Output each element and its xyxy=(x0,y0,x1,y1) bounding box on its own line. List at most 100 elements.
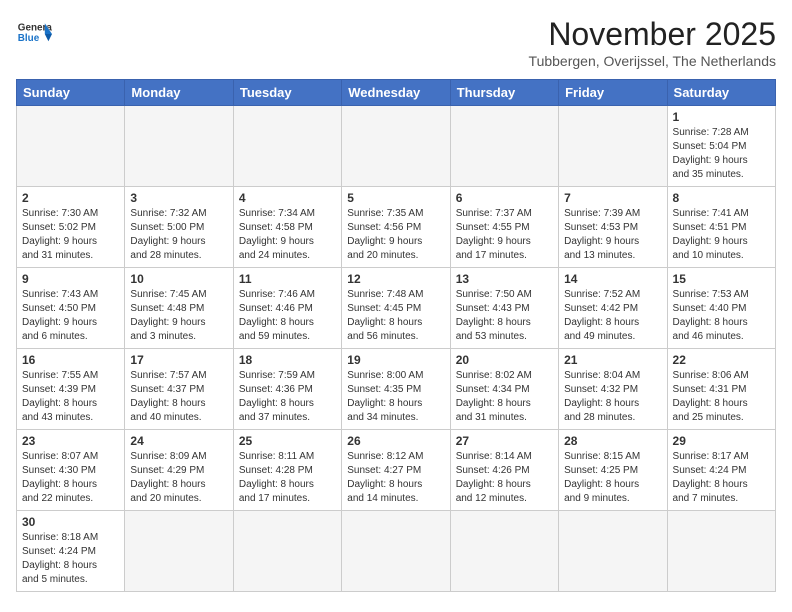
day-number: 15 xyxy=(673,272,770,286)
day-number: 2 xyxy=(22,191,119,205)
day-number: 24 xyxy=(130,434,227,448)
day-info: Sunrise: 8:06 AM Sunset: 4:31 PM Dayligh… xyxy=(673,369,770,425)
day-info: Sunrise: 8:14 AM Sunset: 4:26 PM Dayligh… xyxy=(456,450,553,506)
day-number: 28 xyxy=(564,434,661,448)
day-info: Sunrise: 7:37 AM Sunset: 4:55 PM Dayligh… xyxy=(456,207,553,263)
weekday-header: Tuesday xyxy=(233,80,341,106)
calendar-day-cell: 4 Sunrise: 7:34 AM Sunset: 4:58 PM Daylig… xyxy=(233,187,341,268)
day-info: Sunrise: 8:18 AM Sunset: 4:24 PM Dayligh… xyxy=(22,531,119,587)
calendar-day-cell: 19Sunrise: 8:00 AM Sunset: 4:35 PM Dayli… xyxy=(342,349,450,430)
day-info: Sunrise: 7:45 AM Sunset: 4:48 PM Dayligh… xyxy=(130,288,227,344)
calendar-day-cell: 13 Sunrise: 7:50 AM Sunset: 4:43 PM Dayli… xyxy=(450,268,558,349)
calendar-week-row: 9Sunrise: 7:43 AM Sunset: 4:50 PM Daylig… xyxy=(17,268,776,349)
logo: General Blue xyxy=(16,16,52,52)
day-number: 19 xyxy=(347,353,444,367)
day-info: Sunrise: 7:59 AM Sunset: 4:36 PM Dayligh… xyxy=(239,369,336,425)
calendar-day-cell: 16Sunrise: 7:55 AM Sunset: 4:39 PM Dayli… xyxy=(17,349,125,430)
calendar-week-row: 23 Sunrise: 8:07 AM Sunset: 4:30 PM Dayli… xyxy=(17,430,776,511)
day-info: Sunrise: 7:30 AM Sunset: 5:02 PM Dayligh… xyxy=(22,207,119,263)
day-info: Sunrise: 7:32 AM Sunset: 5:00 PM Dayligh… xyxy=(130,207,227,263)
calendar-day-cell: 5 Sunrise: 7:35 AM Sunset: 4:56 PM Daylig… xyxy=(342,187,450,268)
calendar-table: SundayMondayTuesdayWednesdayThursdayFrid… xyxy=(16,79,776,592)
day-info: Sunrise: 7:50 AM Sunset: 4:43 PM Dayligh… xyxy=(456,288,553,344)
page-header: General Blue November 2025 Tubbergen, Ov… xyxy=(16,16,776,69)
day-number: 4 xyxy=(239,191,336,205)
calendar-day-cell: 25Sunrise: 8:11 AM Sunset: 4:28 PM Dayli… xyxy=(233,430,341,511)
calendar-day-cell: 7 Sunrise: 7:39 AM Sunset: 4:53 PM Daylig… xyxy=(559,187,667,268)
title-block: November 2025 Tubbergen, Overijssel, The… xyxy=(529,16,776,69)
calendar-day-cell: 26 Sunrise: 8:12 AM Sunset: 4:27 PM Dayli… xyxy=(342,430,450,511)
weekday-header: Thursday xyxy=(450,80,558,106)
calendar-day-cell xyxy=(667,511,775,592)
calendar-day-cell xyxy=(450,106,558,187)
calendar-day-cell: 21Sunrise: 8:04 AM Sunset: 4:32 PM Dayli… xyxy=(559,349,667,430)
day-number: 12 xyxy=(347,272,444,286)
weekday-header: Monday xyxy=(125,80,233,106)
calendar-day-cell: 9Sunrise: 7:43 AM Sunset: 4:50 PM Daylig… xyxy=(17,268,125,349)
day-info: Sunrise: 8:09 AM Sunset: 4:29 PM Dayligh… xyxy=(130,450,227,506)
calendar-week-row: 16Sunrise: 7:55 AM Sunset: 4:39 PM Dayli… xyxy=(17,349,776,430)
day-number: 22 xyxy=(673,353,770,367)
day-number: 20 xyxy=(456,353,553,367)
day-info: Sunrise: 8:17 AM Sunset: 4:24 PM Dayligh… xyxy=(673,450,770,506)
day-number: 5 xyxy=(347,191,444,205)
day-info: Sunrise: 8:02 AM Sunset: 4:34 PM Dayligh… xyxy=(456,369,553,425)
calendar-day-cell: 17 Sunrise: 7:57 AM Sunset: 4:37 PM Dayli… xyxy=(125,349,233,430)
month-year-title: November 2025 xyxy=(529,16,776,53)
svg-text:Blue: Blue xyxy=(18,33,40,44)
weekday-header-row: SundayMondayTuesdayWednesdayThursdayFrid… xyxy=(17,80,776,106)
calendar-day-cell xyxy=(450,511,558,592)
weekday-header: Friday xyxy=(559,80,667,106)
calendar-day-cell xyxy=(125,511,233,592)
day-number: 17 xyxy=(130,353,227,367)
day-info: Sunrise: 7:41 AM Sunset: 4:51 PM Dayligh… xyxy=(673,207,770,263)
day-info: Sunrise: 7:48 AM Sunset: 4:45 PM Dayligh… xyxy=(347,288,444,344)
location-subtitle: Tubbergen, Overijssel, The Netherlands xyxy=(529,53,776,69)
day-number: 16 xyxy=(22,353,119,367)
day-info: Sunrise: 7:46 AM Sunset: 4:46 PM Dayligh… xyxy=(239,288,336,344)
day-number: 6 xyxy=(456,191,553,205)
day-number: 7 xyxy=(564,191,661,205)
day-info: Sunrise: 7:53 AM Sunset: 4:40 PM Dayligh… xyxy=(673,288,770,344)
day-info: Sunrise: 8:15 AM Sunset: 4:25 PM Dayligh… xyxy=(564,450,661,506)
calendar-day-cell: 11 Sunrise: 7:46 AM Sunset: 4:46 PM Dayli… xyxy=(233,268,341,349)
day-number: 29 xyxy=(673,434,770,448)
calendar-week-row: 2 Sunrise: 7:30 AM Sunset: 5:02 PM Daylig… xyxy=(17,187,776,268)
day-number: 14 xyxy=(564,272,661,286)
calendar-day-cell xyxy=(125,106,233,187)
calendar-day-cell: 2 Sunrise: 7:30 AM Sunset: 5:02 PM Daylig… xyxy=(17,187,125,268)
day-info: Sunrise: 7:35 AM Sunset: 4:56 PM Dayligh… xyxy=(347,207,444,263)
calendar-day-cell xyxy=(559,106,667,187)
day-number: 10 xyxy=(130,272,227,286)
calendar-day-cell xyxy=(233,106,341,187)
weekday-header: Saturday xyxy=(667,80,775,106)
day-info: Sunrise: 7:39 AM Sunset: 4:53 PM Dayligh… xyxy=(564,207,661,263)
calendar-day-cell xyxy=(233,511,341,592)
calendar-day-cell: 27Sunrise: 8:14 AM Sunset: 4:26 PM Dayli… xyxy=(450,430,558,511)
day-number: 18 xyxy=(239,353,336,367)
day-info: Sunrise: 7:52 AM Sunset: 4:42 PM Dayligh… xyxy=(564,288,661,344)
day-info: Sunrise: 8:04 AM Sunset: 4:32 PM Dayligh… xyxy=(564,369,661,425)
calendar-day-cell: 3 Sunrise: 7:32 AM Sunset: 5:00 PM Daylig… xyxy=(125,187,233,268)
day-number: 1 xyxy=(673,110,770,124)
day-number: 11 xyxy=(239,272,336,286)
day-number: 23 xyxy=(22,434,119,448)
calendar-day-cell: 30 Sunrise: 8:18 AM Sunset: 4:24 PM Dayli… xyxy=(17,511,125,592)
day-number: 3 xyxy=(130,191,227,205)
day-number: 13 xyxy=(456,272,553,286)
day-info: Sunrise: 7:28 AM Sunset: 5:04 PM Dayligh… xyxy=(673,126,770,182)
calendar-day-cell: 1 Sunrise: 7:28 AM Sunset: 5:04 PM Daylig… xyxy=(667,106,775,187)
calendar-day-cell xyxy=(17,106,125,187)
day-info: Sunrise: 8:12 AM Sunset: 4:27 PM Dayligh… xyxy=(347,450,444,506)
day-info: Sunrise: 8:07 AM Sunset: 4:30 PM Dayligh… xyxy=(22,450,119,506)
day-info: Sunrise: 7:34 AM Sunset: 4:58 PM Dayligh… xyxy=(239,207,336,263)
day-number: 30 xyxy=(22,515,119,529)
calendar-week-row: 1 Sunrise: 7:28 AM Sunset: 5:04 PM Daylig… xyxy=(17,106,776,187)
day-info: Sunrise: 7:57 AM Sunset: 4:37 PM Dayligh… xyxy=(130,369,227,425)
calendar-day-cell: 23 Sunrise: 8:07 AM Sunset: 4:30 PM Dayli… xyxy=(17,430,125,511)
calendar-day-cell xyxy=(559,511,667,592)
calendar-day-cell: 14 Sunrise: 7:52 AM Sunset: 4:42 PM Dayli… xyxy=(559,268,667,349)
calendar-day-cell: 15 Sunrise: 7:53 AM Sunset: 4:40 PM Dayli… xyxy=(667,268,775,349)
day-number: 26 xyxy=(347,434,444,448)
calendar-day-cell: 24 Sunrise: 8:09 AM Sunset: 4:29 PM Dayli… xyxy=(125,430,233,511)
